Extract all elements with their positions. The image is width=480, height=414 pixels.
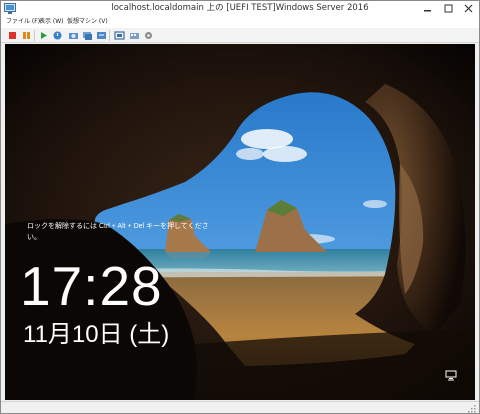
pause-icon[interactable]	[21, 30, 32, 41]
play-icon[interactable]	[38, 30, 49, 41]
lockscreen-date: 11月10日 (土)	[23, 321, 170, 348]
lockscreen-time: 17:28	[20, 255, 163, 317]
close-button[interactable]	[458, 1, 479, 16]
unlock-instruction-line1: ロックを解除するには Ctrl + Alt + Del キーを押してくださ	[27, 223, 209, 230]
revert-icon[interactable]	[96, 30, 107, 41]
snapshot-manager-icon[interactable]	[82, 30, 93, 41]
toolbar-separator	[34, 30, 35, 41]
maximize-icon	[444, 4, 452, 13]
menu-vm[interactable]: 仮想マシン (V)	[67, 18, 108, 26]
reset-icon[interactable]	[52, 30, 63, 41]
stop-icon[interactable]	[7, 30, 18, 41]
unlock-instruction-line2: い。	[27, 234, 41, 241]
settings-icon[interactable]	[143, 30, 154, 41]
menu-view[interactable]: 表示 (W)	[39, 18, 64, 26]
toolbar-separator	[109, 30, 110, 41]
menu-bar: ファイル (F) 表示 (W) 仮想マシン (V)	[1, 16, 479, 28]
fullscreen-icon[interactable]	[114, 30, 125, 41]
close-icon	[464, 4, 473, 13]
minimize-icon	[423, 10, 431, 12]
maximize-button[interactable]	[437, 1, 459, 16]
status-bar	[1, 401, 479, 413]
window-title: localhost.localdomain 上の [UEFI TEST]Wind…	[111, 3, 369, 13]
minimize-button[interactable]	[416, 1, 438, 16]
toolbar	[1, 28, 479, 43]
title-bar[interactable]: localhost.localdomain 上の [UEFI TEST]Wind…	[1, 1, 479, 16]
vm-console-window: localhost.localdomain 上の [UEFI TEST]Wind…	[0, 0, 480, 414]
send-keys-icon[interactable]	[129, 30, 140, 41]
resize-grip-icon[interactable]	[467, 404, 476, 413]
guest-display[interactable]: ロックを解除するには Ctrl + Alt + Del キーを押してくださ い。…	[5, 44, 475, 400]
unlock-instruction: ロックを解除するには Ctrl + Alt + Del キーを押してくださ い。	[27, 221, 447, 243]
snapshot-icon[interactable]	[68, 30, 79, 41]
network-icon[interactable]	[445, 370, 457, 381]
menu-file[interactable]: ファイル (F)	[6, 18, 40, 26]
